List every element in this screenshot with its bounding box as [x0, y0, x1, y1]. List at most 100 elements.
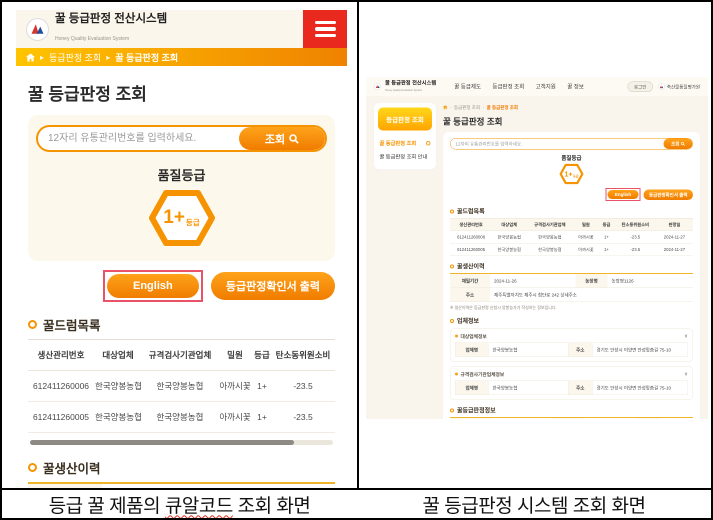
app-title-block: 꿀 등급판정 전산시스템 Honey Quality Evaluation Sy… [385, 81, 436, 93]
grade-info-row: 생산관리번호 612411260006 대상밀원 아까시 등급 1+ [450, 418, 693, 420]
mobile-app-header: 꿀 등급판정 전산시스템 Honey Quality Evaluation Sy… [16, 10, 347, 48]
breadcrumb-item[interactable]: 등급판정 조회 [49, 51, 101, 64]
print-certificate-button[interactable]: 등급판정확인서 출력 [643, 189, 693, 200]
grade-info-section-title: 꿀등급판정정보 [450, 406, 693, 415]
page-title: 꿀 등급판정 조회 [443, 115, 700, 128]
english-button[interactable]: English [107, 274, 199, 298]
history-value: 농장명1126 [608, 274, 694, 288]
main-nav: 꿀 등급제도 · 등급판정 조회 · 고객지원 · 꿀 정보 [454, 83, 584, 91]
breadcrumb-item-current: 꿀 등급판정 조회 [115, 51, 178, 64]
breadcrumb-item[interactable]: 등급판정 조회 [454, 104, 480, 111]
caption-right: 꿀 등급판정 시스템 조회 화면 [357, 490, 711, 518]
drum-table-row: 612411260006 한국양봉농협 한국양봉농협 아까시꽃 1+ -23.5… [450, 231, 693, 244]
org-badge: 축산물품질평가원 [658, 83, 700, 90]
app-title: 꿀 등급판정 전산시스템 [385, 81, 436, 87]
company-label: 주소 [568, 343, 592, 357]
grade-value: 1+ [163, 207, 185, 229]
grade-info-table: 생산관리번호 612411260006 대상밀원 아까시 등급 1+ [450, 417, 693, 419]
breadcrumb-separator: ▸ [106, 53, 110, 62]
section-bullet-icon [28, 320, 37, 329]
page-title: 꿀 등급판정 조회 [28, 80, 335, 105]
sidebar-item-honey-grade-lookup[interactable]: 꿀 등급판정 조회 [378, 137, 432, 151]
mobile-body: 꿀 등급판정 조회 조회 품질등급 1+등급 [16, 66, 347, 520]
org-logo-icon [658, 83, 665, 90]
breadcrumb-separator: ▸ [40, 53, 44, 62]
nav-item-grade-system[interactable]: 꿀 등급제도 [454, 83, 481, 91]
drum-table-header-row: 생산관리번호 대상업체 규격검사기관업체 밀원 등급 탄소동위원소비 판정일 [450, 218, 693, 231]
company-label: 업체명 [455, 343, 488, 357]
inspection-agency-card: 규격검사기관업체정보 ∨ 업체명 한국양봉농협 주소 경기도 안성시 미양면 안… [450, 367, 693, 401]
caption-left: 등급 꿀 제품의 큐알코드 조회 화면 [2, 490, 357, 518]
quality-grade-label: 품질등급 [36, 165, 327, 184]
distribution-number-input[interactable] [38, 127, 239, 150]
mobile-screenshot: 꿀 등급판정 전산시스템 Honey Quality Evaluation Sy… [16, 10, 347, 520]
grade-hexagon-badge: 1+등급 [149, 189, 215, 247]
scrollbar-thumb[interactable] [30, 440, 294, 445]
nav-item-honey-info[interactable]: 꿀 정보 [567, 83, 584, 91]
history-value: 2024-11-26 [490, 274, 576, 288]
active-ring-icon [426, 141, 431, 146]
company-value: 한국양봉농협 [488, 381, 568, 395]
subsection-bullet-icon [455, 335, 458, 338]
company-info-section-title: 업체정보 [450, 317, 693, 326]
company-label: 업체명 [455, 381, 488, 395]
drum-list-section-title: 꿀드럼목록 [28, 315, 335, 334]
home-icon[interactable] [26, 53, 35, 62]
grade-info-label: 등급 [638, 418, 662, 420]
print-certificate-button[interactable]: 등급판정확인서 출력 [211, 272, 335, 300]
target-company-card: 대상업체정보 ∨ 업체명 한국양봉농협 주소 경기도 안성시 미양면 안성맞춤길… [450, 329, 693, 363]
grade-value: 1+ [564, 170, 572, 178]
nav-separator: · [529, 84, 530, 89]
company-value: 한국양봉농협 [488, 343, 568, 357]
drum-table-viewport: 생산관리번호 대상업체 규격검사기관업체 밀원 등급 탄소동위원소비 판정일 6… [28, 339, 335, 433]
desktop-screenshot: 꿀 등급판정 전산시스템 Honey Quality Evaluation Sy… [366, 77, 708, 419]
section-bullet-icon [450, 264, 454, 268]
quality-grade-label: 품질등급 [450, 154, 693, 162]
org-name: 축산물품질평가원 [667, 83, 700, 90]
drum-table-row: 612411260005 한국양봉농협 한국양봉농협 아까시꽃 1+ -23.5… [28, 402, 335, 433]
caption-row: 등급 꿀 제품의 큐알코드 조회 화면 꿀 등급판정 시스템 조회 화면 [2, 488, 711, 518]
breadcrumb: ▸ 등급판정 조회 ▸ 꿀 등급판정 조회 [16, 48, 347, 66]
company-value: 경기도 안성시 미양면 안성맞춤길 75-10 [592, 381, 688, 395]
header-right: 로그인 축산물품질평가원 [627, 81, 700, 92]
app-logo-icon [374, 83, 381, 90]
history-label: 채밀기간 [450, 274, 490, 288]
search-button[interactable]: 조회 [239, 127, 325, 150]
production-history-table: 채밀기간 2024-11-26 농장명 농장명1126 주소 제주특별자치도 제… [450, 273, 693, 302]
grade-info-label: 대상밀원 [551, 418, 583, 420]
target-company-header: 대상업체정보 ∨ [455, 333, 688, 340]
nav-item-support[interactable]: 고객지원 [536, 83, 556, 91]
hamburger-menu-button[interactable] [303, 10, 347, 48]
sidebar-item-lookup-guide[interactable]: 꿀 등급판정 조회 안내 [378, 150, 432, 164]
history-value: 제주특별자치도 제주시 첨단로 242 상세주소 [490, 288, 693, 302]
breadcrumb-item-current: 꿀 등급판정 조회 [487, 104, 518, 111]
chevron-down-icon[interactable]: ∨ [684, 371, 688, 377]
main-content: · 등급판정 조회 · 꿀 등급판정 조회 꿀 등급판정 조회 조회 [443, 103, 700, 419]
search-button[interactable]: 조회 [664, 139, 693, 150]
nav-separator: · [486, 84, 487, 89]
chevron-down-icon[interactable]: ∨ [684, 333, 688, 339]
hamburger-icon [315, 21, 336, 25]
drum-list-section-title: 꿀드럼목록 [450, 207, 693, 216]
drum-table: 생산관리번호 대상업체 규격검사기관업체 밀원 등급 탄소동위원소비 판정일 6… [450, 218, 693, 256]
search-icon [681, 142, 685, 146]
grade-unit: 등급 [186, 217, 200, 228]
nav-item-grade-lookup[interactable]: 등급판정 조회 [492, 83, 524, 91]
home-icon[interactable] [443, 105, 448, 110]
distribution-number-input[interactable] [451, 139, 664, 150]
history-row: 주소 제주특별자치도 제주시 첨단로 242 상세주소 [450, 288, 693, 302]
history-label: 농장명 [576, 274, 608, 288]
spellcheck-underlined-word: 큐알코드 [165, 496, 233, 517]
english-button[interactable]: English [607, 190, 638, 199]
app-subtitle: Honey Quality Evaluation System [55, 36, 129, 42]
grade-hexagon-badge: 1+등급 [560, 164, 584, 185]
grade-unit: 등급 [573, 173, 579, 178]
horizontal-scrollbar [30, 440, 333, 445]
company-detail-table: 업체명 한국양봉농협 주소 경기도 안성시 미양면 안성맞춤길 75-10 [455, 343, 688, 358]
inspection-agency-header: 규격검사기관업체정보 ∨ [455, 371, 688, 378]
login-button[interactable]: 로그인 [627, 81, 652, 92]
drum-table-row: 612411260006 한국양봉농협 한국양봉농협 아까시꽃 1+ -23.5… [28, 371, 335, 402]
search-panel: 조회 품질등급 1+등급 [28, 115, 335, 261]
sidebar-title: 등급판정 조회 [378, 108, 432, 131]
sidebar: 등급판정 조회 꿀 등급판정 조회 꿀 등급판정 조회 안내 [374, 103, 436, 419]
